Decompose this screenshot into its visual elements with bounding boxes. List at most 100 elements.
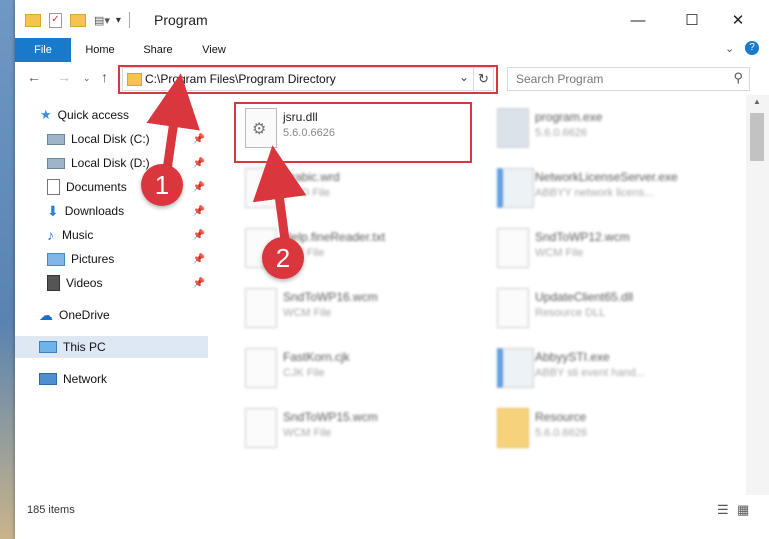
close-button[interactable]: ✕ [715,6,761,34]
scroll-up-icon[interactable]: ▲ [753,97,761,106]
nav-item-network[interactable]: Network [39,368,209,390]
vertical-scrollbar[interactable]: ▲ [746,95,769,495]
pin-icon[interactable]: 📌 [193,158,205,169]
drive-icon [47,133,65,145]
nav-item-onedrive[interactable]: ☁ OneDrive [39,304,209,326]
file-name: NetworkLicenseServer.exe [535,170,678,184]
search-icon: ⚲ [733,70,743,85]
nav-label: Downloads [64,204,125,218]
back-arrow-icon[interactable]: ← [27,69,41,85]
item-count: 185 items [27,504,75,516]
file-highlight [234,102,472,163]
file-detail: ABBY sti event hand... [535,367,645,379]
tab-share[interactable]: Share [135,38,181,62]
file-item[interactable]: NetworkLicenseServer.exe ABBYY network l… [487,160,727,212]
cloud-icon: ☁ [39,306,53,323]
file-detail: ABBYY network licens... [535,187,654,199]
folder-icon [25,13,41,27]
nav-item-music[interactable]: ♪ Music 📌 [47,224,207,246]
ribbon: File Home Share View ⌄ ? [15,38,769,63]
file-name: SndToWP15.wcm [283,410,378,424]
folder-icon [497,408,529,448]
nav-item-videos[interactable]: Videos 📌 [47,272,207,294]
properties-icon[interactable]: ✓ [49,12,62,28]
nav-label: This PC [63,340,106,354]
chevron-down-icon[interactable]: ⌄ [725,42,734,55]
nav-label: Music [62,228,94,242]
nav-item-pictures[interactable]: Pictures 📌 [47,248,207,270]
network-icon [39,373,57,385]
large-icons-view-icon[interactable]: ▦ [737,502,749,518]
file-item[interactable]: FastKorn.cjk CJK File [235,340,475,392]
nav-label: OneDrive [59,308,110,322]
file-detail: 5.6.0.6626 [535,427,587,439]
file-item[interactable]: SndToWP12.wcm WCM File [487,220,727,272]
file-item[interactable]: SndToWP15.wcm WCM File [235,400,475,452]
nav-label: Quick access [57,108,130,122]
forward-arrow-icon[interactable]: → [57,69,71,85]
search-input[interactable]: Search Program ⚲ [507,67,750,91]
title-divider [128,12,130,28]
recent-chevron-icon[interactable]: ⌄ [83,73,91,84]
address-bar-highlight [118,65,498,94]
file-item[interactable]: Resource 5.6.0.6626 [487,400,727,452]
file-name: program.exe [535,110,603,124]
tab-home[interactable]: Home [77,38,123,62]
minimize-button[interactable]: — [615,6,661,34]
window-title: Program [154,12,208,28]
nav-label: Network [63,372,108,386]
maximize-button[interactable]: ☐ [669,6,715,34]
nav-item-this-pc[interactable]: This PC [15,336,208,358]
nav-item-documents[interactable]: Documents 📌 [47,176,207,198]
exe-file-icon [497,168,534,208]
file-name: SndToWP16.wcm [283,290,378,304]
chevron-down-icon[interactable]: ▾ [116,15,121,26]
download-icon: ⬇ [47,202,59,219]
file-item[interactable]: program.exe 5.6.0.6626 [487,100,727,152]
document-file-icon [245,348,277,388]
document-file-icon [245,408,277,448]
file-item[interactable]: SndToWP16.wcm WCM File [235,280,475,332]
scrollbar-thumb[interactable] [750,113,764,161]
up-arrow-icon[interactable]: ↑ [101,69,108,85]
nav-item-local-disk-c[interactable]: Local Disk (C:) 📌 [47,128,207,150]
file-item[interactable]: UpdateClient65.dll Resource DLL [487,280,727,332]
tab-file[interactable]: File [15,38,71,62]
pin-icon[interactable]: 📌 [193,278,205,289]
nav-label: Documents [66,180,127,194]
help-icon[interactable]: ? [745,41,759,55]
exe-file-icon [497,108,529,148]
pin-icon[interactable]: 📌 [193,134,205,145]
pin-icon[interactable]: 📌 [193,182,205,193]
file-detail: WCM File [283,307,332,319]
nav-label: Pictures [71,252,115,266]
nav-label: Local Disk (D:) [71,156,150,170]
tab-view[interactable]: View [193,38,235,62]
document-file-icon [245,288,277,328]
nav-item-quick-access[interactable]: ★ Quick access [40,104,210,126]
file-detail: CJK File [283,367,325,379]
nav-item-downloads[interactable]: ⬇ Downloads 📌 [47,200,207,222]
file-name: AbbyySTI.exe [535,350,610,364]
details-view-icon[interactable]: ☰ [717,502,729,518]
file-detail: Resource DLL [535,307,606,319]
music-icon: ♪ [47,227,54,243]
exe-file-icon [497,348,534,388]
pin-icon[interactable]: 📌 [193,206,205,217]
navigation-pane: ★ Quick access Local Disk (C:) 📌 Local D… [15,100,210,495]
pin-icon[interactable]: 📌 [193,254,205,265]
file-item[interactable]: AbbyySTI.exe ABBY sti event hand... [487,340,727,392]
pin-icon[interactable]: 📌 [193,230,205,241]
file-name: UpdateClient65.dll [535,290,634,304]
star-icon: ★ [40,107,52,122]
customize-icon[interactable]: ▤▾ [94,14,110,27]
file-item[interactable]: Arabic.wrd WRD File [235,160,475,212]
document-file-icon [497,228,529,268]
step-2-badge: 2 [262,237,304,279]
nav-item-local-disk-d[interactable]: Local Disk (D:) 📌 [47,152,207,174]
pc-icon [39,341,57,353]
new-folder-icon[interactable] [70,13,86,27]
pictures-icon [47,252,65,266]
file-detail: WCM File [283,427,332,439]
drive-icon [47,157,65,169]
